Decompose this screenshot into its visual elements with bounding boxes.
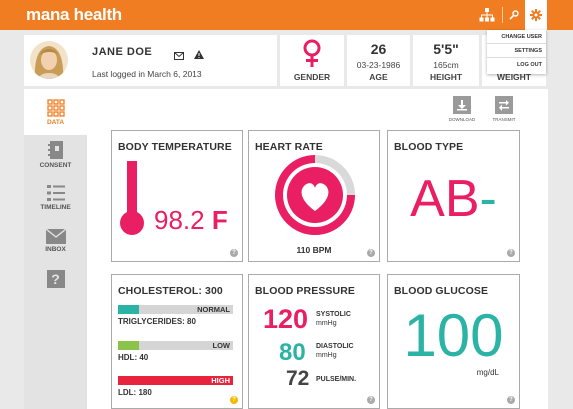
thermometer-icon xyxy=(120,161,144,235)
hdl-level: LOW xyxy=(212,341,231,350)
transmit-button[interactable]: TRANSMIT xyxy=(490,96,518,122)
heart-rate-card[interactable]: HEART RATE 110 BPM ? xyxy=(248,130,380,262)
nav-item-inbox[interactable]: INBOX xyxy=(24,228,87,253)
nav-label-consent: CONSENT xyxy=(39,162,72,169)
user-menu-dropdown: CHANGE USER SETTINGS LOG OUT xyxy=(487,30,546,74)
diastolic-value: 80 xyxy=(279,339,306,366)
nav-item-help[interactable]: ? xyxy=(24,270,87,288)
help-icon[interactable]: ? xyxy=(230,249,238,257)
help-icon[interactable]: ? xyxy=(367,396,375,404)
age-value: 26 xyxy=(370,41,387,57)
diastolic-unit: mmHg xyxy=(316,352,337,359)
glucose-value: 100 xyxy=(403,302,504,369)
gender-label: GENDER xyxy=(293,72,331,82)
menu-item-change-user[interactable]: CHANGE USER xyxy=(487,30,546,44)
warning-icon[interactable] xyxy=(194,46,204,64)
height-metric: 165cm xyxy=(433,60,459,70)
cholesterol-title: CHOLESTEROL: 300 xyxy=(118,285,223,297)
hdl-bar: LOW xyxy=(118,341,233,350)
blood-type-title: BLOOD TYPE xyxy=(394,141,464,153)
nav-label-inbox: INBOX xyxy=(45,246,66,253)
top-bar: mana health xyxy=(0,0,573,30)
grid-icon xyxy=(46,99,65,117)
nav-item-consent[interactable]: CONSENT xyxy=(24,140,87,169)
body-temperature-title: BODY TEMPERATURE xyxy=(118,141,232,153)
systolic-value: 120 xyxy=(263,304,309,334)
age-stat: 26 03-23-1986 AGE xyxy=(347,35,410,86)
blood-pressure-card[interactable]: BLOOD PRESSURE 120 SYSTOLIC mmHg 80 DIAS… xyxy=(248,274,380,409)
menu-item-log-out[interactable]: LOG OUT xyxy=(487,58,546,72)
mail-icon[interactable] xyxy=(174,47,184,65)
systolic-text: SYSTOLIC xyxy=(316,311,351,318)
envelope-icon xyxy=(45,228,66,244)
glucose-unit: mg/dL xyxy=(476,368,499,377)
left-nav: DATA CONSENT TIMELINE INBOX ? xyxy=(24,89,87,409)
nav-label-data: DATA xyxy=(46,119,65,126)
list-icon xyxy=(46,185,65,201)
blood-type-group: AB xyxy=(410,170,480,228)
nav-item-timeline[interactable]: TIMELINE xyxy=(24,184,87,211)
hierarchy-icon[interactable] xyxy=(476,0,498,30)
systolic-label: SYSTOLIC mmHg xyxy=(316,310,351,328)
height-value: 5'5" xyxy=(433,41,459,57)
transmit-icon xyxy=(495,96,513,114)
cholesterol-card[interactable]: CHOLESTEROL: 300 NORMAL TRIGLYCERIDES: 8… xyxy=(111,274,243,409)
help-icon[interactable]: ? xyxy=(507,396,515,404)
heart-rate-gauge xyxy=(275,155,355,235)
avatar[interactable] xyxy=(30,41,68,79)
download-label: DOWNLOAD xyxy=(448,117,476,122)
hdl-label: HDL: 40 xyxy=(118,353,149,362)
nav-label-timeline: TIMELINE xyxy=(40,204,71,211)
settings-gear-button[interactable] xyxy=(525,0,547,30)
ldl-label: LDL: 180 xyxy=(118,388,152,397)
triglycerides-bar: NORMAL xyxy=(118,305,233,314)
help-icon: ? xyxy=(46,270,65,288)
blood-type-rh: - xyxy=(479,170,497,228)
blood-glucose-title: BLOOD GLUCOSE xyxy=(394,285,489,297)
blood-glucose-card[interactable]: BLOOD GLUCOSE 100 mg/dL ? xyxy=(387,274,520,409)
height-label: HEIGHT xyxy=(429,72,463,82)
nav-item-data[interactable]: DATA xyxy=(24,89,87,135)
app-logo: mana health xyxy=(26,5,122,24)
systolic-unit: mmHg xyxy=(316,320,337,327)
triglycerides-label: TRIGLYCERIDES: 80 xyxy=(118,317,196,326)
age-label: AGE xyxy=(369,72,388,82)
notebook-icon xyxy=(47,141,63,159)
blood-type-card[interactable]: BLOOD TYPE AB- ? xyxy=(387,130,520,262)
patient-name: JANE DOE xyxy=(92,46,153,58)
search-icon[interactable] xyxy=(505,0,523,30)
download-button[interactable]: DOWNLOAD xyxy=(448,96,476,122)
ldl-bar: HIGH xyxy=(118,376,233,385)
gear-icon xyxy=(530,9,542,21)
height-stat: 5'5" 165cm HEIGHT xyxy=(413,35,479,86)
menu-item-settings[interactable]: SETTINGS xyxy=(487,44,546,58)
date-of-birth: 03-23-1986 xyxy=(356,60,401,70)
temperature-unit: F xyxy=(211,205,228,235)
heart-rate-title: HEART RATE xyxy=(255,141,323,153)
download-icon xyxy=(453,96,471,114)
transmit-label: TRANSMIT xyxy=(492,117,516,122)
diastolic-text: DIASTOLIC xyxy=(316,343,354,350)
blood-type-value: AB- xyxy=(388,169,519,229)
triglycerides-bar-fill xyxy=(118,305,139,314)
hdl-bar-fill xyxy=(118,341,139,350)
temperature-value: 98.2 xyxy=(154,205,205,235)
temperature-reading: 98.2 F xyxy=(154,205,228,236)
gender-stat: GENDER xyxy=(280,35,344,86)
ldl-level: HIGH xyxy=(211,376,230,385)
help-icon[interactable]: ? xyxy=(367,249,375,257)
pulse-label: PULSE/MIN. xyxy=(316,376,357,383)
profile-card: JANE DOE Last logged in March 6, 2013 xyxy=(24,35,277,86)
heart-rate-value: 110 BPM xyxy=(296,245,332,255)
alert-help-icon[interactable]: ? xyxy=(230,396,238,404)
help-icon[interactable]: ? xyxy=(507,249,515,257)
diastolic-label: DIASTOLIC mmHg xyxy=(316,342,354,360)
triglycerides-level: NORMAL xyxy=(197,305,230,314)
pulse-value: 72 xyxy=(286,367,310,390)
blood-pressure-title: BLOOD PRESSURE xyxy=(255,285,355,297)
last-logged-text: Last logged in March 6, 2013 xyxy=(92,69,202,79)
body-temperature-card[interactable]: BODY TEMPERATURE 98.2 F ? xyxy=(111,130,243,262)
toolbar-divider xyxy=(502,7,503,23)
female-symbol-icon xyxy=(303,39,321,67)
